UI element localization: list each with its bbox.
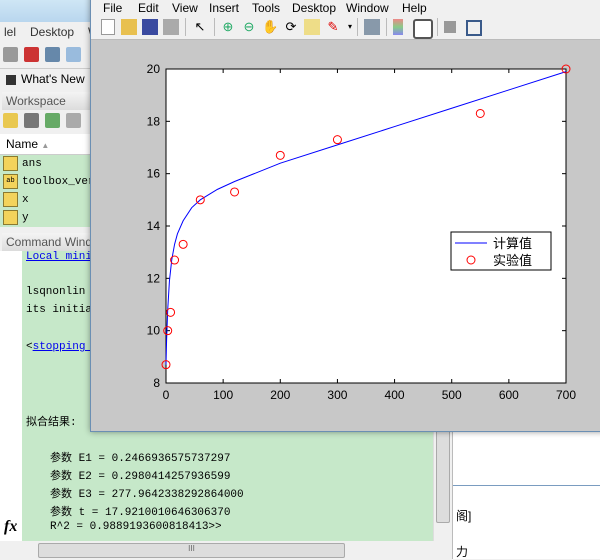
y-tick-label: 8 <box>153 376 160 390</box>
main-menu-bar: lelDesktopW <box>0 22 99 42</box>
workspace-variable-list: ans ab toolbox_versi x y <box>0 155 108 227</box>
legend-label-calculated: 计算值 <box>493 236 532 251</box>
legend[interactable]: 计算值 实验值 <box>450 231 552 271</box>
x-tick-label: 0 <box>163 388 170 402</box>
output-line: its initia <box>26 304 93 316</box>
workspace-name-header[interactable]: Name ▲ <box>0 134 95 155</box>
matrix-icon <box>3 155 18 171</box>
sort-ascending-icon: ▲ <box>41 141 50 150</box>
x-tick-label: 700 <box>556 388 576 402</box>
plot-canvas: 0 100 200 300 400 500 600 700 8 10 12 14 16 18 20 计算值 … <box>147 62 577 402</box>
result-e2: 参数 E2 = 0.2980414257936599 <box>50 471 231 483</box>
result-r2: R^2 = 0.9889193600818413>> <box>50 521 222 533</box>
command-window-title: Command Windo <box>2 233 99 251</box>
workspace-variable[interactable]: ab toolbox_versi <box>0 173 108 191</box>
y-tick-label: 14 <box>147 219 161 233</box>
y-tick-label: 16 <box>147 167 161 181</box>
main-toolbar <box>0 42 95 69</box>
editor-pane: 阁] 力 <box>452 430 600 559</box>
variable-name: x <box>22 194 29 206</box>
menu-item[interactable]: lel <box>4 25 16 39</box>
open-variable-icon[interactable] <box>24 113 39 128</box>
editor-text: 阁] <box>456 509 472 523</box>
workspace-variable[interactable]: y <box>0 209 95 227</box>
output-line: <stopping <box>26 341 92 353</box>
shortcut-icon <box>6 74 16 85</box>
new-variable-icon[interactable] <box>3 113 18 128</box>
import-data-icon[interactable] <box>45 113 60 128</box>
editor-text: 力 <box>456 545 469 559</box>
legend-label-experimental: 实验值 <box>493 253 532 268</box>
variable-name: ans <box>22 158 42 170</box>
menu-desktop[interactable]: Desktop <box>30 25 74 39</box>
result-t: 参数 t = 17.9210010646306370 <box>50 507 231 519</box>
redo-icon[interactable] <box>3 47 18 62</box>
y-tick-label: 12 <box>147 271 161 285</box>
result-e3: 参数 E3 = 277.9642338292864000 <box>50 489 244 501</box>
y-tick-label: 20 <box>147 62 161 76</box>
x-tick-label: 400 <box>385 388 405 402</box>
save-workspace-icon[interactable] <box>66 113 81 128</box>
profiler-icon[interactable] <box>66 47 81 62</box>
divider <box>453 485 600 486</box>
bracket: < <box>26 341 33 353</box>
axes-box[interactable] <box>165 68 567 384</box>
result-e1: 参数 E1 = 0.2466936575737297 <box>50 453 231 465</box>
x-tick-label: 300 <box>327 388 347 402</box>
scroll-thumb[interactable]: III <box>38 543 345 558</box>
x-tick-label: 600 <box>499 388 519 402</box>
y-tick-label: 18 <box>147 114 161 128</box>
x-tick-label: 500 <box>442 388 462 402</box>
string-icon: ab <box>3 173 18 189</box>
simulink-icon[interactable] <box>24 47 39 62</box>
x-tick-label: 100 <box>213 388 233 402</box>
whats-new-label: What's New <box>21 72 85 86</box>
guide-icon[interactable] <box>45 47 60 62</box>
local-minimum-link[interactable]: Local mini <box>26 251 92 263</box>
y-tick-label: 10 <box>147 324 161 338</box>
workspace-toolbar <box>0 110 95 132</box>
workspace-variable[interactable]: ans <box>0 155 95 173</box>
output-line: lsqnonlin <box>26 286 86 298</box>
matrix-icon <box>3 191 18 207</box>
horizontal-scrollbar[interactable]: III <box>22 541 450 559</box>
stopping-criteria-link[interactable]: stopping <box>33 341 92 353</box>
whats-new-link[interactable]: What's New <box>0 68 95 90</box>
name-column-label: Name <box>6 137 39 151</box>
workspace-title: Workspace <box>2 92 99 110</box>
matrix-icon <box>3 209 18 225</box>
result-header: 拟合结果: <box>26 417 77 429</box>
figure-window: File Edit View Insert Tools Desktop Wind… <box>90 0 600 432</box>
command-gutter: fx <box>0 251 22 541</box>
main-title-bar <box>0 0 95 22</box>
variable-name: y <box>22 212 29 224</box>
x-tick-label: 200 <box>270 388 290 402</box>
function-browser-icon[interactable]: fx <box>4 518 17 536</box>
workspace-variable[interactable]: x <box>0 191 95 209</box>
